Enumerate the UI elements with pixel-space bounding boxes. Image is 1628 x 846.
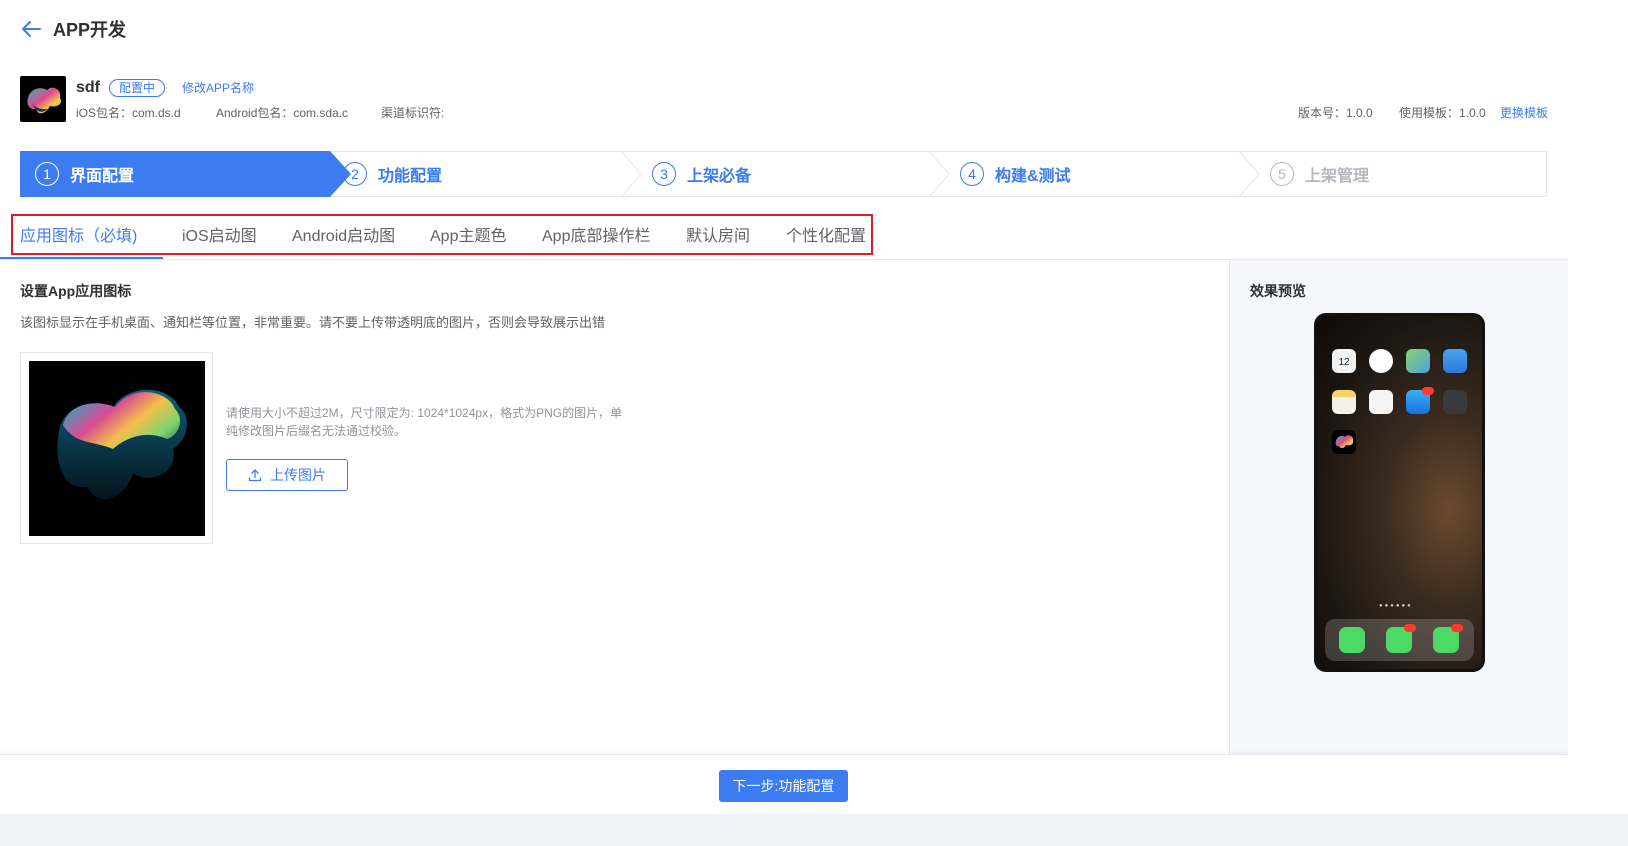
change-template-link[interactable]: 更换模板 xyxy=(1500,105,1548,121)
rename-app-link[interactable]: 修改APP名称 xyxy=(182,80,254,96)
preview-title: 效果预览 xyxy=(1250,283,1306,299)
app-name: sdf xyxy=(76,79,100,96)
status-badge: 配置中 xyxy=(109,79,166,97)
page-title: APP开发 xyxy=(53,20,127,40)
back-button[interactable] xyxy=(20,18,42,40)
section-description: 该图标显示在手机桌面、通知栏等位置，非常重要。请不要上传带透明底的图片，否则会导… xyxy=(20,315,606,330)
step-label: 上架管理 xyxy=(1305,168,1370,185)
notes-app-icon xyxy=(1332,390,1356,414)
folder-app-icon xyxy=(1443,390,1467,414)
messages-app-icon xyxy=(1386,624,1416,653)
upload-image-button[interactable]: 上传图片 xyxy=(226,459,348,491)
step-separator-icon xyxy=(1238,151,1260,197)
channel-identifier: 渠道标识符: xyxy=(381,106,445,120)
page: APP开发 sdf 配置中 修改APP名称 iOS包名：com.ds.d And… xyxy=(0,0,1568,846)
step-label: 上架必备 xyxy=(687,168,752,185)
step-build-test[interactable]: 4 构建&测试 xyxy=(960,151,1071,197)
active-tab-indicator xyxy=(0,257,163,259)
step-label: 功能配置 xyxy=(378,168,443,185)
reminders-app-icon xyxy=(1369,390,1393,414)
phone-dock xyxy=(1325,619,1474,661)
phone-screen: 12 ●●●●●● xyxy=(1317,316,1482,669)
preview-panel: 效果预览 12 ●●●●●● xyxy=(1229,260,1568,754)
footer-bar: 下一步:功能配置 xyxy=(0,754,1568,814)
step-launch-essentials[interactable]: 3 上架必备 xyxy=(652,151,751,197)
upload-icon xyxy=(248,469,262,482)
phone-mockup: 12 ●●●●●● xyxy=(1314,313,1485,672)
maps-app-icon xyxy=(1406,349,1430,373)
app-store-icon xyxy=(1406,387,1434,414)
calendar-app-icon: 12 xyxy=(1332,349,1356,373)
step-number: 2 xyxy=(343,162,367,186)
uploaded-icon-image xyxy=(29,361,205,536)
ios-package-name: iOS包名：com.ds.d xyxy=(76,106,181,120)
app-icon-thumbnail xyxy=(20,76,66,122)
step-number: 3 xyxy=(652,162,676,186)
step-label: 界面配置 xyxy=(70,168,135,185)
custom-app-icon xyxy=(1332,430,1356,454)
tabs-highlight-box xyxy=(11,214,873,255)
version-number: 版本号：1.0.0 xyxy=(1298,106,1373,120)
page-dots: ●●●●●● xyxy=(1379,603,1413,609)
bottom-strip xyxy=(0,814,1628,846)
next-step-button[interactable]: 下一步:功能配置 xyxy=(719,770,848,802)
upload-hint: 请使用大小不超过2M，尺寸限定为: 1024*1024px，格式为PNG的图片，… xyxy=(226,406,623,438)
step-feature-config[interactable]: 2 功能配置 xyxy=(343,151,442,197)
right-gutter xyxy=(1568,0,1628,846)
steps-bar: 1 界面配置 2 功能配置 3 上架必备 4 构建&测试 5 上架管理 xyxy=(20,151,1547,197)
step-ui-config[interactable]: 1 界面配置 xyxy=(20,151,351,197)
clock-app-icon xyxy=(1369,349,1393,373)
step-number: 1 xyxy=(35,162,59,186)
wechat-app-icon xyxy=(1433,624,1463,653)
weather-app-icon xyxy=(1443,349,1467,373)
android-package-name: Android包名：com.sda.c xyxy=(216,106,349,120)
icon-preview-card xyxy=(20,352,213,544)
step-number: 4 xyxy=(960,162,984,186)
step-separator-icon xyxy=(620,151,642,197)
step-number: 5 xyxy=(1270,162,1294,186)
arrow-left-icon xyxy=(22,21,41,37)
upload-button-label: 上传图片 xyxy=(270,467,326,483)
template-version: 使用模板：1.0.0 xyxy=(1399,106,1486,120)
step-release-management: 5 上架管理 xyxy=(1270,151,1369,197)
phone-app-icon xyxy=(1339,627,1365,653)
section-title: 设置App应用图标 xyxy=(20,283,132,299)
step-separator-icon xyxy=(928,151,950,197)
step-label: 构建&测试 xyxy=(995,168,1071,185)
